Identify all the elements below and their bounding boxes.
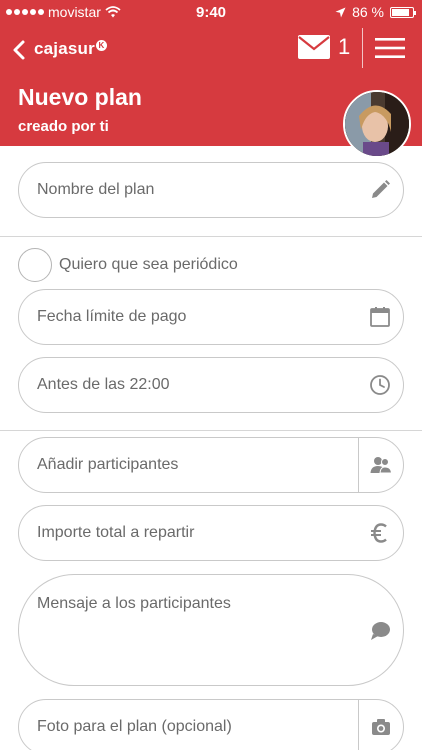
location-arrow-icon [335, 7, 346, 17]
section-divider [0, 430, 422, 431]
battery-fill [392, 8, 409, 16]
battery-icon [390, 6, 416, 18]
nav-divider [362, 28, 363, 68]
participants-placeholder: Añadir participantes [37, 456, 179, 473]
participants-field[interactable]: Añadir participantes [18, 437, 404, 493]
due-date-field[interactable]: Fecha límite de pago [18, 289, 404, 345]
total-amount-placeholder: Importe total a repartir [37, 524, 195, 541]
deadline-time-field[interactable]: Antes de las 22:00 [18, 357, 404, 413]
camera-icon[interactable] [370, 716, 392, 738]
plan-name-field[interactable]: Nombre del plan [18, 162, 404, 218]
calendar-icon [370, 307, 390, 327]
brand-logo: cajasur K [34, 39, 107, 59]
battery-percent: 86 % [352, 4, 384, 20]
mail-count[interactable]: 1 [338, 34, 350, 60]
avatar[interactable] [343, 90, 411, 158]
plan-photo-field[interactable]: Foto para el plan (opcional) [18, 699, 404, 750]
status-bar: movistar 9:40 86 % [0, 0, 422, 24]
total-amount-field[interactable]: Importe total a repartir [18, 505, 404, 561]
nav-bar: cajasur K 1 [0, 24, 422, 76]
hamburger-menu-icon[interactable] [374, 36, 406, 60]
section-divider [0, 236, 422, 237]
mail-icon[interactable] [297, 34, 331, 60]
periodic-checkbox[interactable] [18, 248, 52, 282]
back-chevron-icon[interactable] [10, 38, 30, 62]
plan-photo-placeholder: Foto para el plan (opcional) [37, 718, 232, 735]
brand-badge: K [95, 40, 107, 51]
chat-bubble-icon [371, 622, 390, 640]
plan-name-placeholder: Nombre del plan [37, 181, 155, 198]
message-placeholder: Mensaje a los participantes [37, 595, 231, 612]
deadline-time-value: Antes de las 22:00 [37, 376, 170, 393]
page-subtitle: creado por ti [18, 118, 109, 135]
add-participants-icon[interactable] [370, 454, 392, 476]
periodic-option[interactable]: Quiero que sea periódico [18, 248, 238, 282]
periodic-label: Quiero que sea periódico [59, 256, 238, 273]
avatar-photo [345, 92, 409, 156]
due-date-placeholder: Fecha límite de pago [37, 308, 187, 325]
message-field[interactable]: Mensaje a los participantes [18, 574, 404, 686]
euro-icon [371, 523, 387, 543]
field-separator [358, 700, 359, 750]
page-title: Nuevo plan [18, 84, 142, 110]
status-right: 86 % [335, 4, 416, 20]
pencil-icon [372, 180, 390, 198]
brand-name: cajasur [34, 39, 95, 58]
clock-icon [370, 375, 390, 395]
field-separator [358, 438, 359, 492]
